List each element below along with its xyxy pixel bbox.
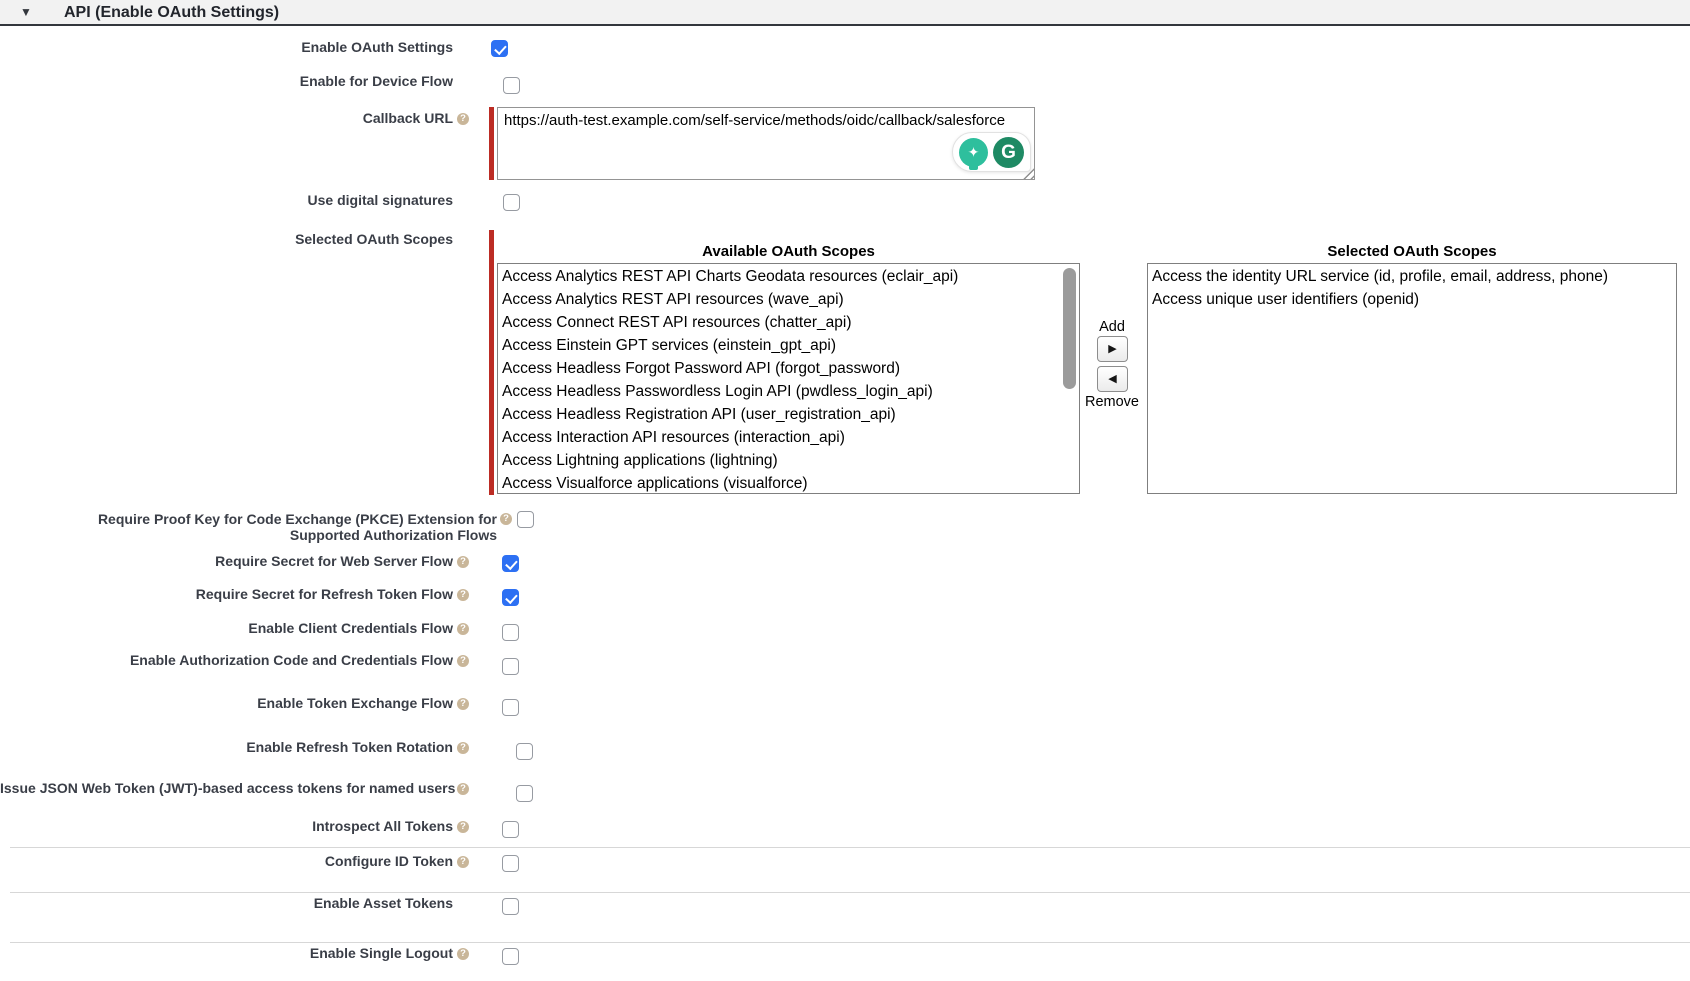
available-scopes-heading: Available OAuth Scopes	[497, 243, 1080, 260]
scope-option[interactable]: Access Interaction API resources (intera…	[498, 426, 1079, 449]
add-caption: Add	[1066, 319, 1158, 335]
checkbox-pkce[interactable]	[517, 511, 534, 528]
field-label-asset-tokens: Enable Asset Tokens	[0, 895, 453, 911]
field-label-enable-oauth: Enable OAuth Settings	[0, 39, 453, 55]
field-label-client-credentials: Enable Client Credentials Flow	[0, 620, 453, 636]
help-icon[interactable]: ?	[457, 589, 469, 601]
help-icon[interactable]: ?	[457, 113, 469, 125]
help-icon[interactable]: ?	[457, 742, 469, 754]
selected-scopes-listbox[interactable]: Access the identity URL service (id, pro…	[1147, 263, 1677, 494]
scope-option[interactable]: Access Headless Passwordless Login API (…	[498, 380, 1079, 403]
add-button[interactable]: ▶	[1097, 336, 1128, 362]
remove-button[interactable]: ◀	[1097, 366, 1128, 392]
section-divider	[10, 892, 1690, 893]
available-scopes-listbox[interactable]: Access Analytics REST API Charts Geodata…	[497, 263, 1080, 494]
help-icon[interactable]: ?	[457, 623, 469, 635]
row-enable-oauth: Enable OAuth Settings	[0, 39, 1690, 61]
field-label-selected-oauth-scopes: Selected OAuth Scopes	[0, 231, 453, 247]
scope-option[interactable]: Access the identity URL service (id, pro…	[1148, 265, 1676, 288]
row-asset-tokens: Enable Asset Tokens	[0, 895, 1690, 917]
row-jwt-tokens: Issue JSON Web Token (JWT)-based access …	[0, 780, 1690, 802]
field-label-token-exchange: Enable Token Exchange Flow	[0, 695, 453, 711]
scope-option[interactable]: Access Visualforce applications (visualf…	[498, 472, 1079, 494]
field-label-jwt-tokens: Issue JSON Web Token (JWT)-based access …	[0, 780, 453, 796]
help-icon[interactable]: ?	[457, 821, 469, 833]
scope-option[interactable]: Access Connect REST API resources (chatt…	[498, 311, 1079, 334]
checkbox-token-exchange[interactable]	[502, 699, 519, 716]
help-icon[interactable]: ?	[500, 513, 512, 525]
assistant-bulb-icon[interactable]: ✦	[959, 138, 988, 167]
help-icon[interactable]: ?	[457, 948, 469, 960]
checkbox-introspect[interactable]	[502, 821, 519, 838]
checkbox-client-credentials[interactable]	[502, 624, 519, 641]
collapse-triangle-icon[interactable]: ▼	[20, 5, 32, 19]
checkbox-digital-signatures[interactable]	[503, 194, 520, 211]
checkbox-refresh-token-secret[interactable]	[502, 589, 519, 606]
help-icon[interactable]: ?	[457, 856, 469, 868]
scope-option[interactable]: Access Analytics REST API resources (wav…	[498, 288, 1079, 311]
help-icon[interactable]: ?	[457, 655, 469, 667]
field-label-auth-code-credentials: Enable Authorization Code and Credential…	[0, 652, 453, 668]
checkbox-enable-oauth[interactable]	[491, 40, 508, 57]
row-single-logout: Enable Single Logout ?	[0, 945, 1690, 967]
row-introspect: Introspect All Tokens ?	[0, 818, 1690, 840]
row-auth-code-credentials: Enable Authorization Code and Credential…	[0, 652, 1690, 674]
row-digital-signatures: Use digital signatures	[0, 192, 1690, 214]
checkbox-web-server-secret[interactable]	[502, 555, 519, 572]
field-label-introspect: Introspect All Tokens	[0, 818, 453, 834]
pkce-label-line1: Require Proof Key for Code Exchange (PKC…	[98, 511, 497, 527]
pkce-label-line2: Supported Authorization Flows	[290, 527, 497, 543]
checkbox-auth-code-credentials[interactable]	[502, 658, 519, 675]
field-label-configure-id-token: Configure ID Token	[0, 853, 453, 869]
section-divider	[10, 847, 1690, 848]
help-icon[interactable]: ?	[457, 783, 469, 795]
row-web-server-secret: Require Secret for Web Server Flow ?	[0, 553, 1690, 575]
checkbox-device-flow[interactable]	[503, 77, 520, 94]
field-label-refresh-token-secret: Require Secret for Refresh Token Flow	[0, 586, 453, 602]
scope-option[interactable]: Access unique user identifiers (openid)	[1148, 288, 1676, 311]
required-bar	[489, 107, 494, 180]
grammarly-icon[interactable]: G	[993, 137, 1024, 168]
scope-option[interactable]: Access Lightning applications (lightning…	[498, 449, 1079, 472]
checkbox-asset-tokens[interactable]	[502, 898, 519, 915]
scope-option[interactable]: Access Einstein GPT services (einstein_g…	[498, 334, 1079, 357]
scope-option[interactable]: Access Headless Registration API (user_r…	[498, 403, 1079, 426]
row-token-exchange: Enable Token Exchange Flow ?	[0, 695, 1690, 717]
field-label-single-logout: Enable Single Logout	[0, 945, 453, 961]
scope-option[interactable]: Access Analytics REST API Charts Geodata…	[498, 265, 1079, 288]
selected-scopes-heading: Selected OAuth Scopes	[1147, 243, 1677, 260]
field-label-web-server-secret: Require Secret for Web Server Flow	[0, 553, 453, 569]
section-title: API (Enable OAuth Settings)	[64, 4, 279, 22]
field-label-refresh-rotation: Enable Refresh Token Rotation	[0, 739, 453, 755]
field-label-callback-url: Callback URL	[0, 110, 453, 126]
required-bar	[489, 230, 494, 495]
row-client-credentials: Enable Client Credentials Flow ?	[0, 620, 1690, 642]
checkbox-single-logout[interactable]	[502, 948, 519, 965]
browser-extension-pill: ✦ G	[952, 132, 1031, 172]
field-label-pkce: Require Proof Key for Code Exchange (PKC…	[0, 511, 497, 543]
remove-caption: Remove	[1066, 394, 1158, 410]
field-label-digital-signatures: Use digital signatures	[0, 192, 453, 208]
row-configure-id-token: Configure ID Token ?	[0, 853, 1690, 875]
row-pkce: Require Proof Key for Code Exchange (PKC…	[0, 511, 1690, 545]
section-header: ▼ API (Enable OAuth Settings)	[0, 0, 1690, 26]
row-refresh-token-secret: Require Secret for Refresh Token Flow ?	[0, 586, 1690, 608]
help-icon[interactable]: ?	[457, 698, 469, 710]
help-icon[interactable]: ?	[457, 556, 469, 568]
scope-option[interactable]: Access Headless Forgot Password API (for…	[498, 357, 1079, 380]
row-refresh-rotation: Enable Refresh Token Rotation ?	[0, 739, 1690, 761]
section-divider	[10, 942, 1690, 943]
field-label-device-flow: Enable for Device Flow	[0, 73, 453, 89]
checkbox-jwt-tokens[interactable]	[516, 785, 533, 802]
row-device-flow: Enable for Device Flow	[0, 73, 1690, 95]
checkbox-refresh-rotation[interactable]	[516, 743, 533, 760]
checkbox-configure-id-token[interactable]	[502, 855, 519, 872]
